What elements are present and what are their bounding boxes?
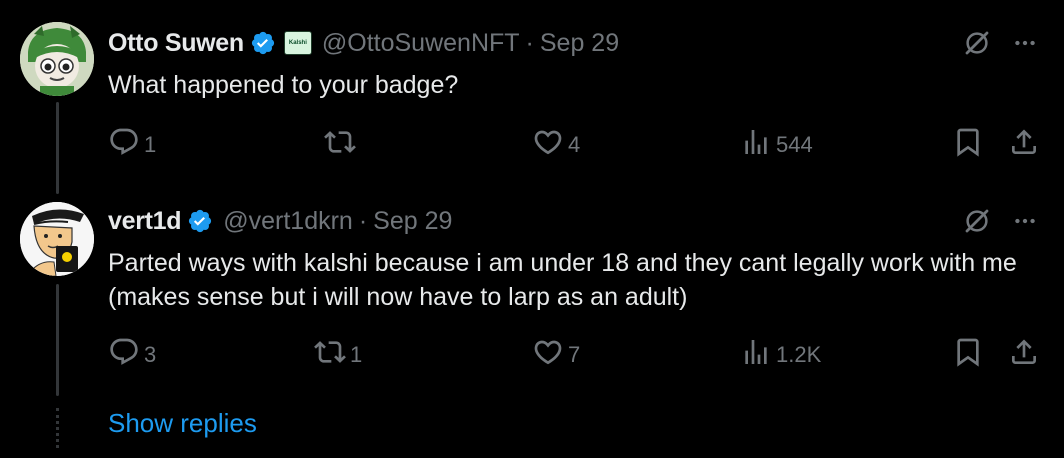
- grok-icon[interactable]: [962, 206, 992, 236]
- more-icon[interactable]: [1012, 30, 1038, 56]
- tweet-top-actions: [962, 206, 1038, 236]
- display-name[interactable]: Otto Suwen: [108, 29, 244, 58]
- share-button[interactable]: [1008, 128, 1040, 162]
- reply-count: 1: [144, 132, 157, 157]
- thread-line: [56, 102, 59, 194]
- like-button[interactable]: 7: [532, 338, 580, 372]
- more-icon[interactable]: [1012, 208, 1038, 234]
- repost-button[interactable]: [324, 128, 360, 162]
- tweet-actions: 3 1 7 1.2K: [108, 338, 1048, 372]
- like-count: 4: [568, 132, 581, 157]
- heart-icon: [532, 126, 564, 164]
- views-button[interactable]: 544: [740, 128, 813, 162]
- reply-icon: [108, 336, 140, 374]
- repost-count: 1: [350, 342, 363, 367]
- grok-icon[interactable]: [962, 28, 992, 58]
- view-count: 544: [776, 132, 813, 157]
- separator: ·: [358, 206, 368, 235]
- repost-icon: [324, 126, 356, 164]
- timestamp[interactable]: Sep 29: [540, 29, 619, 58]
- bookmark-icon: [952, 336, 984, 374]
- like-count: 7: [568, 342, 581, 367]
- avatar-otto[interactable]: [20, 22, 94, 96]
- thread-line: [56, 284, 59, 396]
- view-count: 1.2K: [776, 342, 822, 367]
- tweet-top-actions: [962, 28, 1038, 58]
- conversation-thread: Otto Suwen Kalshi @OttoSuwenNFT · Sep 29…: [0, 0, 1064, 458]
- verified-badge-icon: [187, 208, 213, 234]
- repost-icon: [314, 336, 346, 374]
- tweet-header: vert1d @vert1dkrn · Sep 29: [108, 206, 452, 236]
- avatar-vert1d[interactable]: [20, 202, 94, 276]
- handle[interactable]: @OttoSuwenNFT: [322, 29, 520, 58]
- reply-icon: [108, 126, 140, 164]
- show-replies-link[interactable]: Show replies: [108, 408, 257, 439]
- tweet-actions: 1 4 544: [108, 128, 1048, 162]
- repost-button[interactable]: 1: [314, 338, 362, 372]
- thread-dotted-line: [56, 408, 62, 448]
- share-icon: [1008, 336, 1040, 374]
- separator: ·: [525, 28, 534, 57]
- tweet-header: Otto Suwen Kalshi @OttoSuwenNFT · Sep 29: [108, 28, 619, 58]
- reply-count: 3: [144, 342, 157, 367]
- views-button[interactable]: 1.2K: [740, 338, 821, 372]
- heart-icon: [532, 336, 564, 374]
- share-button[interactable]: [1008, 338, 1040, 372]
- display-name[interactable]: vert1d: [108, 207, 182, 236]
- views-icon: [740, 336, 772, 374]
- sketch-avatar-icon: [20, 202, 94, 276]
- kalshi-affiliate-badge[interactable]: Kalshi: [283, 31, 312, 55]
- reply-button[interactable]: 1: [108, 128, 156, 162]
- bookmark-icon: [952, 126, 984, 164]
- verified-badge-icon: [250, 30, 276, 56]
- views-icon: [740, 126, 772, 164]
- tweet-text: Parted ways with kalshi because i am und…: [108, 249, 1017, 311]
- handle[interactable]: @vert1dkrn: [223, 207, 353, 236]
- reply-button[interactable]: 3: [108, 338, 156, 372]
- bookmark-button[interactable]: [952, 338, 984, 372]
- like-button[interactable]: 4: [532, 128, 580, 162]
- share-icon: [1008, 126, 1040, 164]
- green-hood-avatar-icon: [20, 22, 94, 96]
- bookmark-button[interactable]: [952, 128, 984, 162]
- tweet-text: What happened to your badge?: [108, 71, 459, 99]
- timestamp[interactable]: Sep 29: [373, 207, 452, 236]
